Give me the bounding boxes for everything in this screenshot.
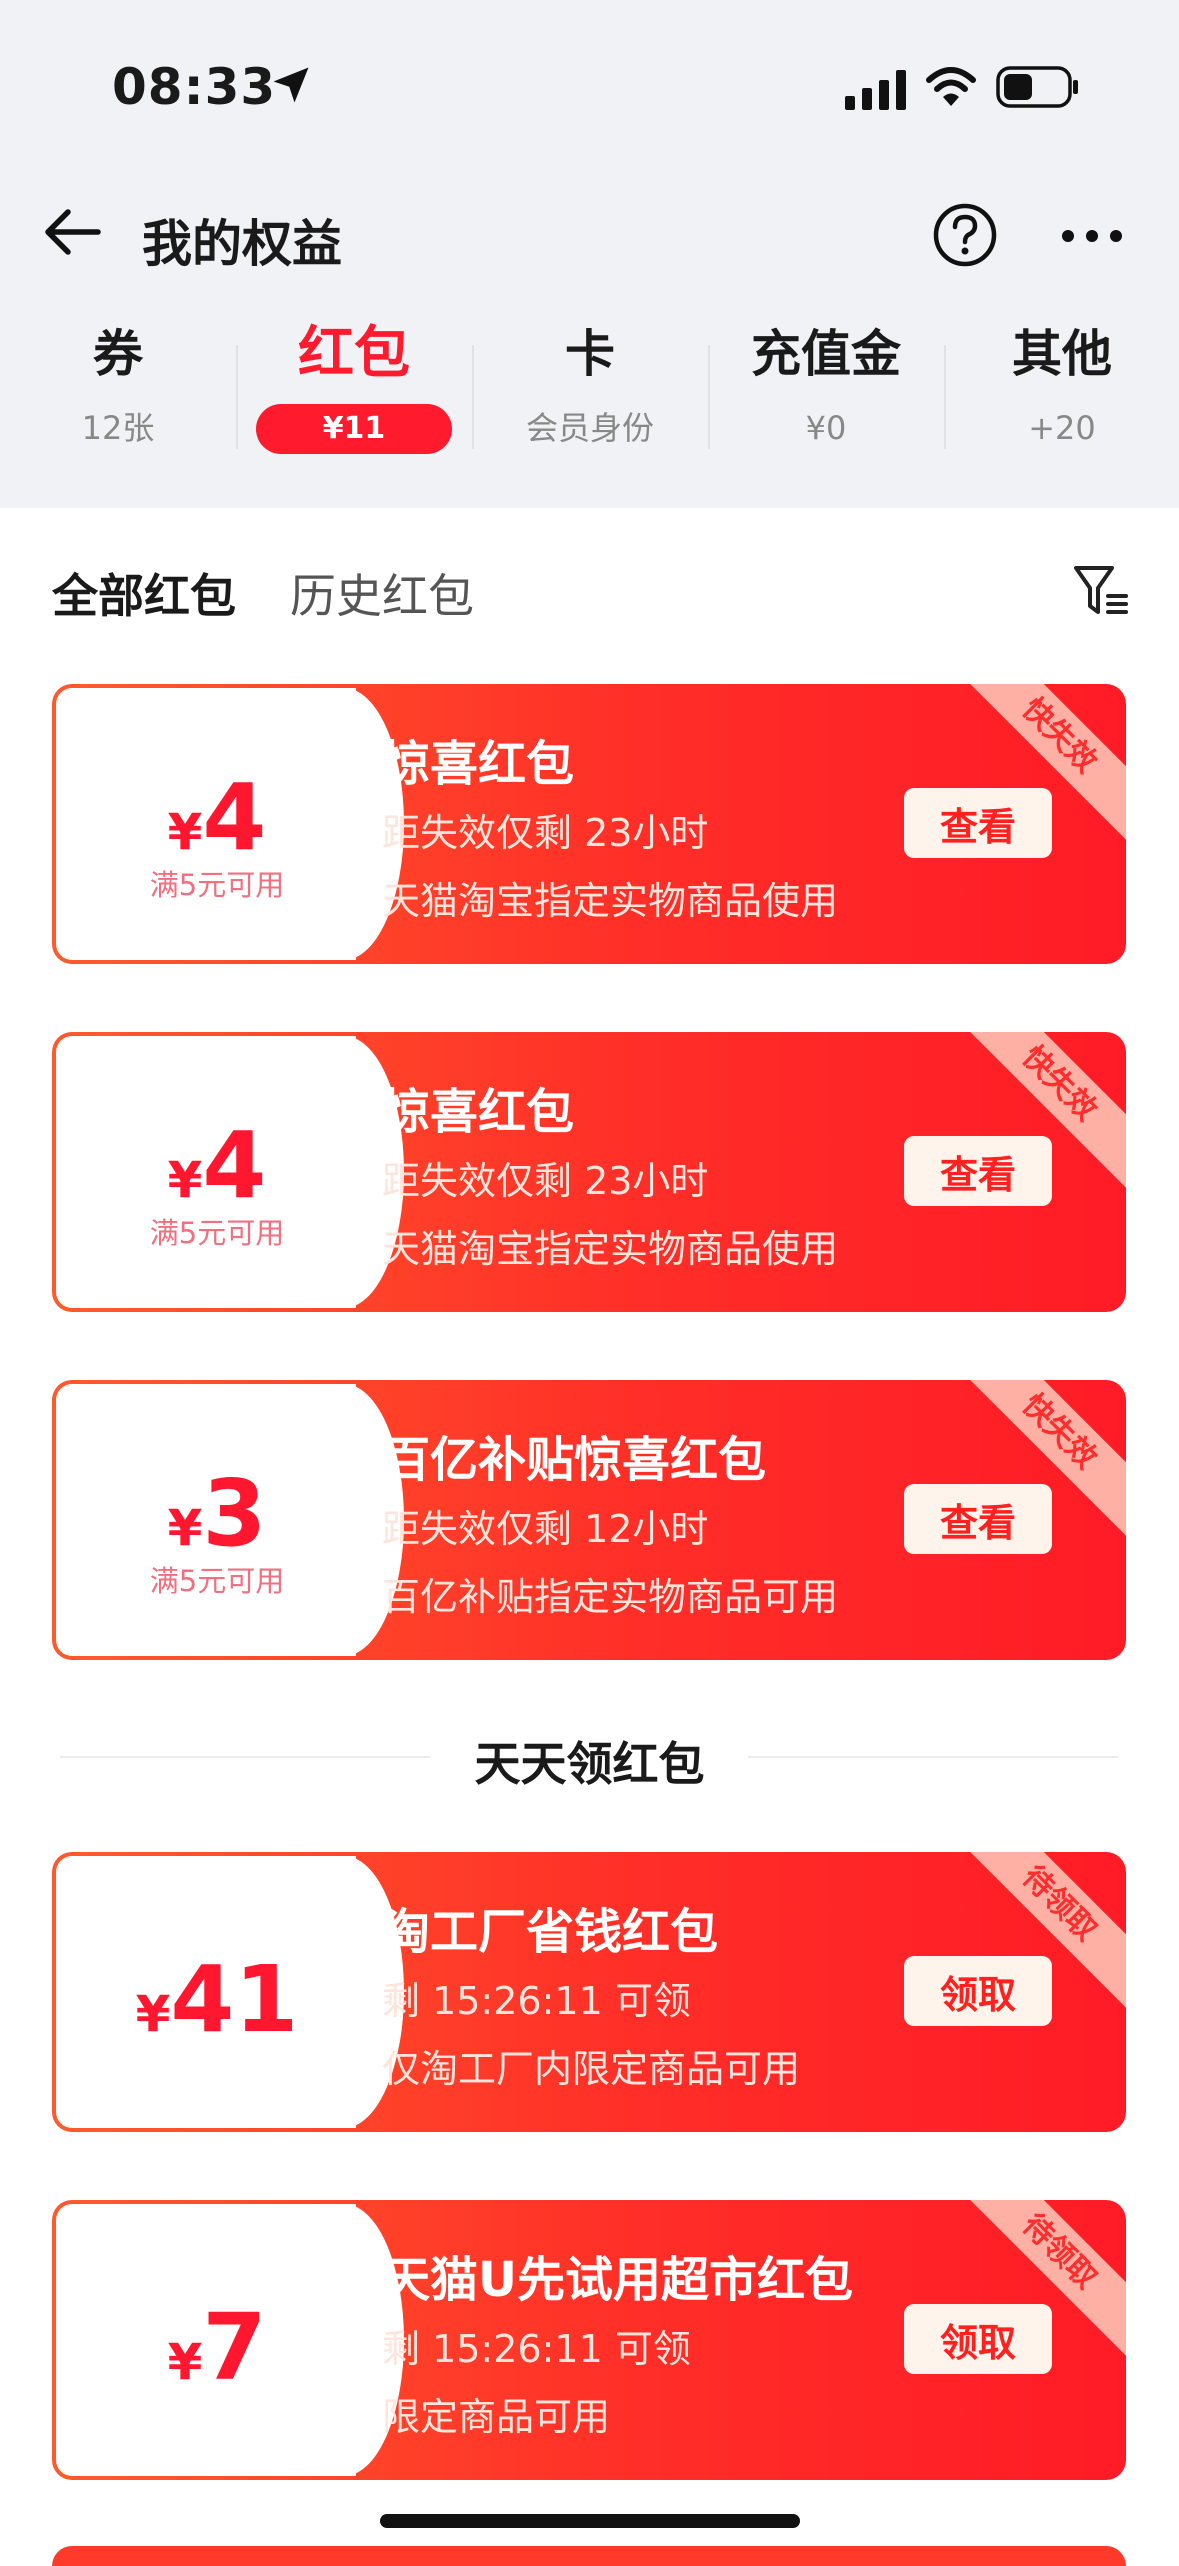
card-countdown: 剩 15:26:11 可领 (382, 1979, 691, 2023)
tab-label: 其他 (1012, 325, 1112, 383)
card-scope: 天猫淘宝指定实物商品使用 (382, 1227, 839, 1271)
tab-label: 券 (93, 325, 143, 383)
section-divider-right (748, 1756, 1118, 1758)
cellular-signal-icon (845, 70, 906, 110)
card-expiry: 距失效仅剩 12小时 (382, 1507, 709, 1551)
tab-card[interactable]: 卡 会员身份 (472, 322, 708, 472)
home-indicator[interactable] (380, 2514, 800, 2528)
card-title: 惊喜红包 (382, 1084, 575, 1140)
page-title: 我的权益 (142, 215, 342, 273)
card-countdown: 剩 15:26:11 可领 (382, 2327, 691, 2371)
claim-red-packet-card[interactable]: ¥7 天猫U先试用超市红包 剩 15:26:11 可领 限定商品可用 领取 待领… (52, 2200, 1126, 2480)
section-title: 天天领红包 (474, 1737, 705, 1791)
card-scope: 天猫淘宝指定实物商品使用 (382, 879, 839, 923)
view-button[interactable]: 查看 (904, 788, 1052, 858)
tab-sub: ¥0 (805, 409, 847, 447)
card-amount: ¥3 (167, 1460, 267, 1567)
filter-icon[interactable] (1072, 562, 1130, 620)
tab-red-packet[interactable]: 红包 ¥11 (236, 322, 472, 472)
help-icon[interactable] (932, 202, 998, 268)
card-amount: ¥4 (167, 764, 267, 871)
tab-sub: +20 (1028, 409, 1096, 447)
subtab-all-red-packets[interactable]: 全部红包 (52, 560, 236, 626)
more-options-icon[interactable] (1060, 214, 1124, 258)
location-arrow-icon (273, 67, 309, 103)
wifi-icon (926, 67, 976, 106)
card-scope: 百亿补贴指定实物商品可用 (382, 1575, 839, 1619)
red-packet-card[interactable]: ¥4 满5元可用 惊喜红包 距失效仅剩 23小时 天猫淘宝指定实物商品使用 查看… (52, 684, 1126, 964)
tab-recharge[interactable]: 充值金 ¥0 (708, 322, 944, 472)
back-arrow-icon[interactable] (40, 200, 104, 264)
card-condition: 满5元可用 (149, 1216, 285, 1250)
tab-label: 卡 (565, 325, 615, 383)
card-expiry: 距失效仅剩 23小时 (382, 811, 709, 855)
card-expiry: 距失效仅剩 23小时 (382, 1159, 709, 1203)
claim-button[interactable]: 领取 (904, 1956, 1052, 2026)
tab-label: 红包 (298, 321, 410, 386)
card-title: 惊喜红包 (382, 736, 575, 792)
card-amount: ¥4 (167, 1112, 267, 1219)
claim-button[interactable]: 领取 (904, 2304, 1052, 2374)
tab-sub: 会员身份 (525, 409, 654, 447)
red-packet-card[interactable]: ¥3 满5元可用 百亿补贴惊喜红包 距失效仅剩 12小时 百亿补贴指定实物商品可… (52, 1380, 1126, 1660)
claim-red-packet-card[interactable]: ¥41 淘工厂省钱红包 剩 15:26:11 可领 仅淘工厂内限定商品可用 领取… (52, 1852, 1126, 2132)
card-amount: ¥7 (167, 2294, 267, 2401)
card-scope: 仅淘工厂内限定商品可用 (382, 2047, 801, 2091)
next-card-peek (52, 2546, 1126, 2566)
tab-count: 12张 (81, 409, 155, 447)
card-title: 淘工厂省钱红包 (382, 1904, 719, 1960)
card-scope: 限定商品可用 (382, 2395, 611, 2439)
battery-icon (996, 66, 1078, 108)
tab-coupon[interactable]: 券 12张 (0, 322, 236, 472)
tab-other[interactable]: 其他 +20 (944, 322, 1179, 472)
card-condition: 满5元可用 (149, 1564, 285, 1598)
card-amount: ¥41 (135, 1946, 299, 2053)
tab-amount-badge: ¥11 (256, 404, 452, 454)
tab-label: 充值金 (751, 325, 901, 383)
view-button[interactable]: 查看 (904, 1484, 1052, 1554)
red-packet-card[interactable]: ¥4 满5元可用 惊喜红包 距失效仅剩 23小时 天猫淘宝指定实物商品使用 查看… (52, 1032, 1126, 1312)
subtab-history-red-packets[interactable]: 历史红包 (290, 560, 474, 626)
status-time: 08:33 (112, 58, 277, 116)
card-condition: 满5元可用 (149, 868, 285, 902)
view-button[interactable]: 查看 (904, 1136, 1052, 1206)
card-title: 天猫U先试用超市红包 (382, 2252, 853, 2308)
card-title: 百亿补贴惊喜红包 (382, 1432, 767, 1488)
